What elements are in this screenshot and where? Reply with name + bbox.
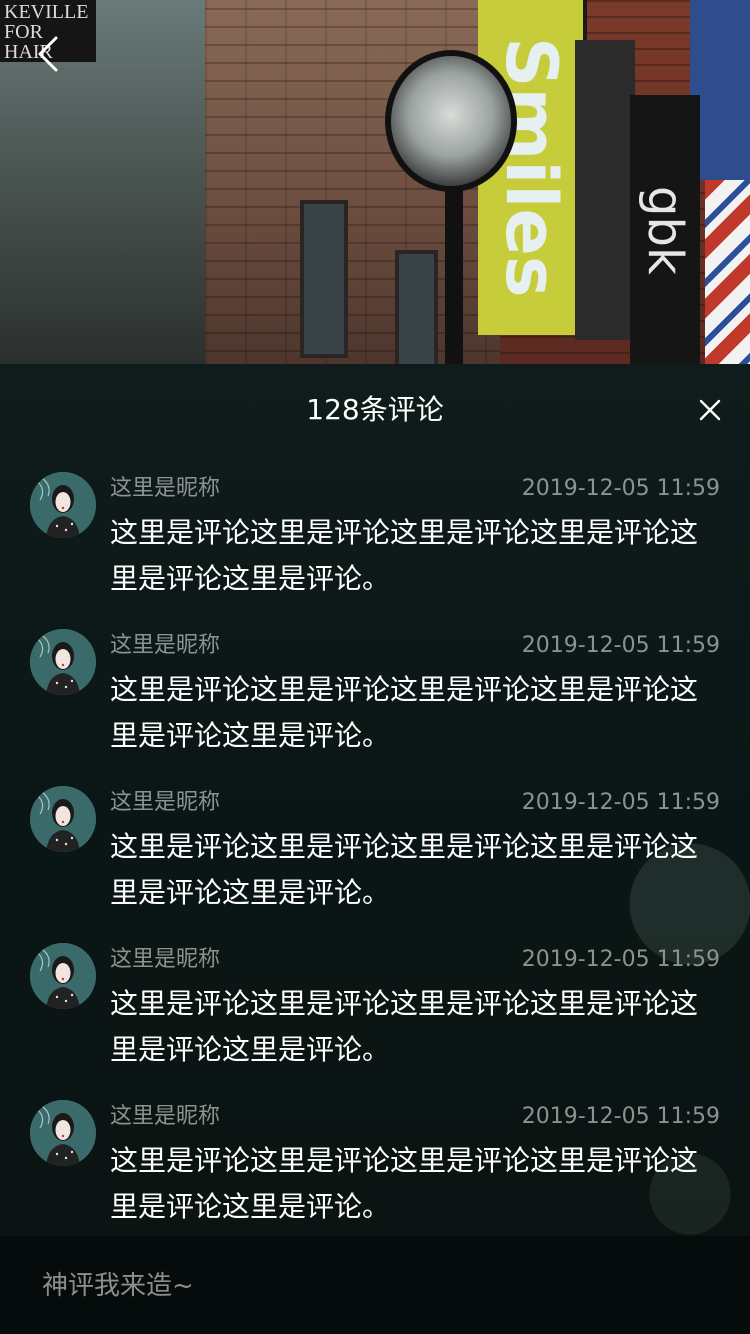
comment-list: 这里是昵称 2019-12-05 11:59 这里是评论这里是评论这里是评论这里… xyxy=(0,472,750,1257)
comment-nickname[interactable]: 这里是昵称 xyxy=(110,474,220,504)
comment-input[interactable] xyxy=(40,1262,714,1310)
header-photo: KEVILLE FOR HAIR Smiles gbk xyxy=(0,0,750,370)
comment-nickname[interactable]: 这里是昵称 xyxy=(110,788,220,818)
comment-item: 这里是昵称 2019-12-05 11:59 这里是评论这里是评论这里是评论这里… xyxy=(0,786,750,943)
comment-time: 2019-12-05 11:59 xyxy=(521,947,720,972)
comment-nickname[interactable]: 这里是昵称 xyxy=(110,945,220,975)
chevron-left-icon xyxy=(38,36,58,72)
comment-content: 这里是评论这里是评论这里是评论这里是评论这里是评论这里是评论。 xyxy=(110,1144,699,1223)
comment-content: 这里是评论这里是评论这里是评论这里是评论这里是评论这里是评论。 xyxy=(110,987,699,1066)
comment-time: 2019-12-05 11:59 xyxy=(521,1104,720,1129)
comment-input-bar xyxy=(0,1236,750,1334)
user-avatar-icon xyxy=(30,472,96,538)
comment-time: 2019-12-05 11:59 xyxy=(521,633,720,658)
user-avatar-icon xyxy=(30,943,96,1009)
comment-content: 这里是评论这里是评论这里是评论这里是评论这里是评论这里是评论。 xyxy=(110,673,699,752)
comment-time: 2019-12-05 11:59 xyxy=(521,790,720,815)
dark-banner xyxy=(575,40,635,340)
window xyxy=(300,200,348,358)
comment-time: 2019-12-05 11:59 xyxy=(521,476,720,501)
comments-sheet: 128条评论 这里是昵称 2019-12-05 11:59 这里是评论这里是评论… xyxy=(0,364,750,1334)
lamp-post xyxy=(445,180,463,370)
comment-item: 这里是昵称 2019-12-05 11:59 这里是评论这里是评论这里是评论这里… xyxy=(0,472,750,629)
avatar[interactable] xyxy=(30,629,96,695)
gbk-banner: gbk xyxy=(630,95,700,365)
comment-nickname[interactable]: 这里是昵称 xyxy=(110,631,220,661)
barber-pole xyxy=(705,180,750,370)
avatar[interactable] xyxy=(30,472,96,538)
close-icon xyxy=(699,399,721,421)
street-lamp xyxy=(385,50,517,192)
user-avatar-icon xyxy=(30,1100,96,1166)
comment-item: 这里是昵称 2019-12-05 11:59 这里是评论这里是评论这里是评论这里… xyxy=(0,1100,750,1257)
avatar[interactable] xyxy=(30,943,96,1009)
user-avatar-icon xyxy=(30,786,96,852)
comment-content: 这里是评论这里是评论这里是评论这里是评论这里是评论这里是评论。 xyxy=(110,516,699,595)
comment-content: 这里是评论这里是评论这里是评论这里是评论这里是评论这里是评论。 xyxy=(110,830,699,909)
comment-item: 这里是昵称 2019-12-05 11:59 这里是评论这里是评论这里是评论这里… xyxy=(0,629,750,786)
close-button[interactable] xyxy=(694,394,726,426)
window xyxy=(395,250,438,368)
comments-count-title: 128条评论 xyxy=(306,393,444,426)
back-button[interactable] xyxy=(28,32,72,76)
avatar[interactable] xyxy=(30,1100,96,1166)
comment-item: 这里是昵称 2019-12-05 11:59 这里是评论这里是评论这里是评论这里… xyxy=(0,943,750,1100)
comment-nickname[interactable]: 这里是昵称 xyxy=(110,1102,220,1132)
comments-header: 128条评论 xyxy=(0,364,750,454)
user-avatar-icon xyxy=(30,629,96,695)
avatar[interactable] xyxy=(30,786,96,852)
